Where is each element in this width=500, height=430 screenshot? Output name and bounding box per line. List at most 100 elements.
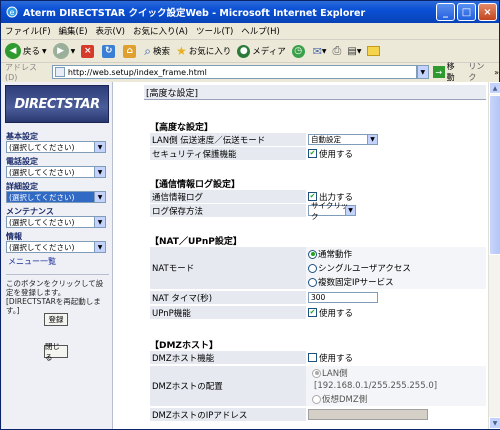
back-button[interactable]: ◀ 戻る ▼: [5, 43, 47, 59]
select-value: (選択してください): [9, 217, 75, 227]
address-input[interactable]: http://web.setup/index_frame.html: [51, 65, 417, 79]
nat-mode-option-label: 通常動作: [318, 250, 353, 260]
dmz-placement-virtual-option[interactable]: 仮想DMZ側: [308, 393, 367, 405]
register-button[interactable]: 登録: [44, 313, 68, 326]
dmz-placement-virtual-label: 仮想DMZ側: [322, 395, 368, 405]
folder-button[interactable]: [367, 46, 381, 56]
register-note: このボタンをクリックして設定を登録します。[DIRECTSTARを再起動します。…: [6, 274, 109, 315]
section-title-dmz: 【DMZホスト】: [150, 341, 218, 351]
address-url: http://web.setup/index_frame.html: [67, 67, 207, 77]
forward-arrow-icon: ▶: [52, 43, 69, 59]
chevron-right-icon[interactable]: »: [494, 68, 499, 77]
lan-speed-select[interactable]: 自動設定 ▼: [308, 134, 378, 145]
dmz-ip-input[interactable]: [308, 409, 428, 420]
close-window-button[interactable]: ×: [478, 3, 497, 21]
advanced-settings-select[interactable]: (選択してください) ▼: [6, 191, 106, 203]
sidebar-group-info: 情報 (選択してください) ▼: [6, 232, 109, 253]
log-save-label: ログ保存方法: [150, 204, 306, 217]
nat-mode-cell: 通常動作 シングルユーザアクセス 複数固定IPサービス: [306, 247, 486, 289]
search-button[interactable]: ⌕ 検索: [144, 44, 170, 59]
dmz-func-checkbox[interactable]: [308, 353, 317, 362]
maintenance-select[interactable]: (選択してください) ▼: [6, 216, 106, 228]
address-bar: アドレス(D) http://web.setup/index_frame.htm…: [1, 61, 499, 83]
scroll-down-icon[interactable]: ▼: [489, 417, 500, 429]
print-button[interactable]: ⎙: [333, 44, 342, 58]
select-value: (選択してください): [9, 242, 75, 252]
nat-mode-option[interactable]: シングルユーザアクセス: [308, 262, 411, 274]
menu-tools[interactable]: ツール(T): [196, 25, 233, 37]
upnp-checkbox-label: 使用する: [319, 308, 354, 319]
lan-speed-label: LAN側 伝送速度／伝送モード: [150, 133, 306, 146]
basic-settings-select[interactable]: (選択してください) ▼: [6, 141, 106, 153]
nat-mode-option-label: 複数固定IPサービス: [318, 278, 394, 288]
select-value: (選択してください): [9, 167, 75, 177]
info-select[interactable]: (選択してください) ▼: [6, 241, 106, 253]
history-button[interactable]: ◷: [291, 44, 307, 58]
select-value: (選択してください): [9, 142, 75, 152]
radio-button[interactable]: [308, 263, 317, 273]
window-title: Aterm DIRECTSTAR クイック設定Web - Microsoft I…: [23, 8, 366, 19]
nat-mode-label: NATモード: [150, 247, 306, 289]
vertical-scrollbar[interactable]: ▲ ▼: [488, 82, 500, 429]
chevron-down-icon: ▼: [94, 192, 105, 202]
chevron-down-icon: ▼: [42, 47, 47, 55]
menu-bar: ファイル(F) 編集(E) 表示(V) お気に入り(A) ツール(T) ヘルプ(…: [1, 23, 499, 40]
security-checkbox[interactable]: ✔: [308, 149, 317, 158]
sidebar-group-basic: 基本設定 (選択してください) ▼: [6, 132, 109, 153]
mail-button[interactable]: ✉ ▼: [313, 45, 327, 58]
menu-view[interactable]: 表示(V): [96, 25, 125, 37]
minimize-button[interactable]: _: [436, 3, 455, 21]
dmz-ip-row: DMZホストのIPアドレス: [150, 408, 486, 421]
address-dropdown-button[interactable]: ▼: [416, 65, 429, 79]
refresh-button[interactable]: ↻: [102, 44, 117, 58]
folder-icon: [367, 46, 381, 56]
radio-button[interactable]: [308, 249, 317, 259]
scroll-thumb[interactable]: [489, 95, 500, 255]
stop-icon: ×: [81, 44, 95, 58]
favorites-button[interactable]: ★ お気に入り: [176, 44, 231, 58]
links-label[interactable]: リンク: [468, 61, 492, 83]
chevron-down-icon: ▼: [94, 167, 105, 177]
radio-button[interactable]: [308, 277, 317, 287]
log-save-cell: サイクリック ▼: [306, 201, 486, 221]
scroll-up-icon[interactable]: ▲: [489, 82, 500, 94]
home-button[interactable]: ⌂: [123, 44, 138, 58]
dmz-placement-lan-option[interactable]: LAN側: [308, 367, 348, 379]
menu-edit[interactable]: 編集(E): [59, 25, 88, 37]
maximize-button[interactable]: □: [457, 3, 476, 21]
security-checkbox-label: 使用する: [319, 149, 354, 160]
refresh-icon: ↻: [102, 44, 116, 58]
edit-button[interactable]: ▤ ▼: [347, 46, 361, 57]
go-button[interactable]: → 移動: [432, 61, 463, 83]
menu-file[interactable]: ファイル(F): [5, 25, 51, 37]
dmz-placement-lan-label: LAN側: [322, 369, 348, 379]
menu-help[interactable]: ヘルプ(H): [241, 25, 280, 37]
log-save-select[interactable]: サイクリック ▼: [308, 201, 356, 221]
radio-button[interactable]: [312, 394, 321, 404]
menu-list-link[interactable]: メニュー一覧: [8, 256, 56, 267]
main-panel: [高度な設定] 【高度な設定】 LAN側 伝送速度／伝送モード 自動設定 ▼ セ…: [114, 82, 488, 429]
title-bar: e Aterm DIRECTSTAR クイック設定Web - Microsoft…: [1, 1, 499, 23]
nat-timer-input[interactable]: 300: [308, 292, 378, 303]
close-button[interactable]: 閉じる: [44, 342, 68, 362]
nat-mode-option[interactable]: 通常動作: [308, 248, 352, 260]
toolbar: ◀ 戻る ▼ ▶ ▼ × ↻ ⌂ ⌕ 検索 ★ お気に入り ● メディア ◷ ✉…: [1, 40, 499, 63]
radio-button[interactable]: [312, 368, 321, 378]
dmz-func-label: DMZホスト機能: [150, 351, 306, 364]
star-icon: ★: [176, 44, 187, 58]
select-value: 自動設定: [311, 135, 341, 144]
nat-mode-option[interactable]: 複数固定IPサービス: [308, 276, 394, 288]
lan-speed-cell: 自動設定 ▼: [306, 133, 486, 146]
chevron-down-icon: ▼: [367, 135, 377, 144]
dmz-ip-label: DMZホストのIPアドレス: [150, 408, 306, 421]
media-button[interactable]: ● メディア: [237, 44, 286, 58]
browser-window: e Aterm DIRECTSTAR クイック設定Web - Microsoft…: [0, 0, 500, 430]
forward-button[interactable]: ▶ ▼: [52, 43, 75, 59]
chevron-down-icon: ▼: [356, 47, 362, 55]
stop-button[interactable]: ×: [81, 44, 96, 58]
menu-favorites[interactable]: お気に入り(A): [133, 25, 188, 37]
sidebar-group-label: 基本設定: [6, 132, 38, 141]
upnp-checkbox[interactable]: ✔: [308, 308, 317, 317]
print-icon: ⎙: [332, 44, 342, 57]
phone-settings-select[interactable]: (選択してください) ▼: [6, 166, 106, 178]
